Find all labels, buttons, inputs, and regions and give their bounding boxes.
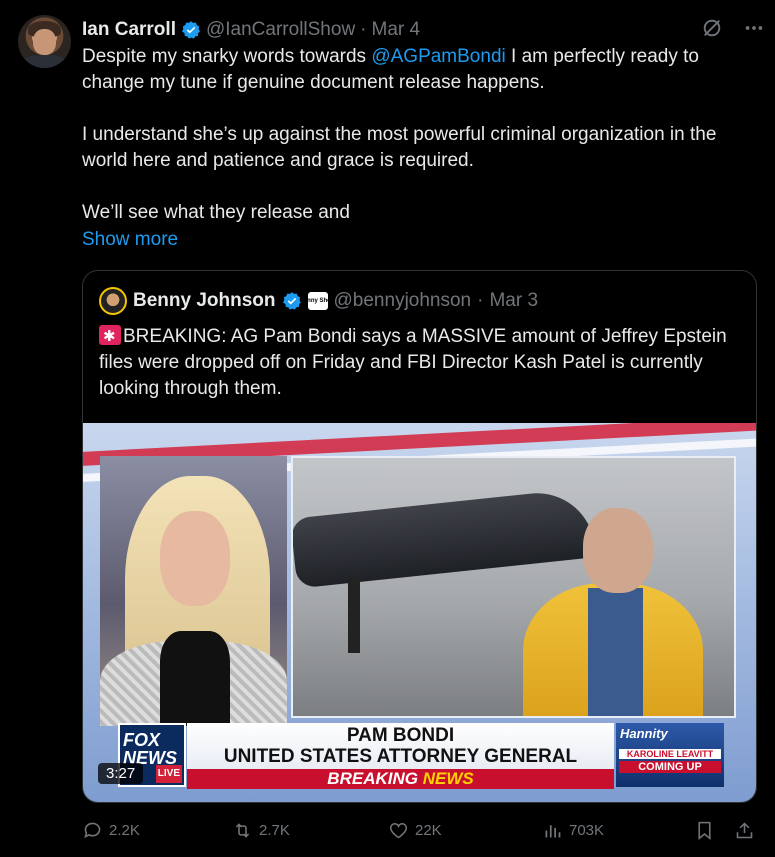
- tweet-actions: 2.2K 2.7K 22K 703K: [82, 820, 757, 844]
- views-chart-icon: [545, 825, 561, 838]
- share-button[interactable]: [734, 820, 755, 841]
- siren-emoji-icon: [99, 324, 121, 350]
- affiliate-badge-icon[interactable]: Benny Show: [300, 292, 336, 310]
- grok-icon[interactable]: [700, 16, 724, 40]
- author-display-name[interactable]: Ian Carroll: [82, 19, 176, 41]
- reply-count: 2.2K: [109, 822, 140, 839]
- separator-dot: ·: [360, 19, 367, 40]
- coming-up-label: COMING UP: [619, 761, 721, 773]
- tweet[interactable]: Ian Carroll @IanCarrollShow · Mar 4 Desp…: [0, 0, 775, 857]
- tweet-text: Despite my snarky words towards @AGPamBo…: [82, 44, 742, 226]
- quoted-author-avatar[interactable]: [99, 287, 127, 315]
- views-button[interactable]: 703K: [542, 820, 604, 841]
- show-name: Hannity: [620, 726, 668, 741]
- share-icon: [736, 822, 753, 839]
- quoted-tweet-date[interactable]: Mar 3: [489, 290, 538, 312]
- tweet-paragraph-3: We’ll see what they release and: [82, 202, 350, 223]
- bookmark-button[interactable]: [694, 820, 715, 841]
- mention-link[interactable]: @AGPamBondi: [371, 46, 505, 67]
- repost-button[interactable]: 2.7K: [232, 820, 290, 841]
- chyron-title: UNITED STATES ATTORNEY GENERAL: [223, 746, 578, 767]
- like-button[interactable]: 22K: [388, 820, 442, 841]
- quoted-tweet-text: BREAKING: AG Pam Bondi says a MASSIVE am…: [99, 324, 739, 402]
- breaking-label: BREAKING: [327, 769, 418, 788]
- repost-count: 2.7K: [259, 822, 290, 839]
- bookmark-icon: [698, 821, 711, 841]
- coming-guest: KAROLINE LEAVITT: [619, 749, 721, 759]
- chyron-name: PAM BONDI: [346, 725, 455, 746]
- news-label: NEWS: [422, 769, 474, 788]
- show-more-link[interactable]: Show more: [82, 229, 178, 251]
- news-lower-third: FOX NEWS LIVE PAM BONDI UNITED STATES AT…: [113, 721, 753, 791]
- repost-icon: [235, 823, 250, 838]
- quoted-tweet-text-body: BREAKING: AG Pam Bondi says a MASSIVE am…: [99, 326, 727, 399]
- network-live-tag: LIVE: [155, 765, 182, 783]
- tweet-header: Ian Carroll @IanCarrollShow · Mar 4: [82, 18, 420, 42]
- reply-button[interactable]: 2.2K: [82, 820, 140, 841]
- breaking-news-bar: BREAKING NEWS: [187, 769, 614, 789]
- tweet-paragraph-2: I understand she’s up against the most p…: [82, 124, 717, 171]
- tweet-top-actions: [700, 16, 766, 40]
- author-handle[interactable]: @IanCarrollShow: [206, 19, 355, 41]
- quoted-tweet-header: Benny Johnson Benny Show @bennyjohnson ·…: [99, 287, 538, 315]
- video-frame-right-panel: [291, 456, 736, 718]
- verified-badge-icon: [282, 292, 301, 310]
- video-player[interactable]: FOX NEWS LIVE PAM BONDI UNITED STATES AT…: [83, 423, 756, 802]
- video-frame-left-panel: [100, 456, 287, 726]
- separator-dot: ·: [477, 290, 484, 311]
- quoted-author-display-name[interactable]: Benny Johnson: [133, 290, 276, 312]
- video-duration: 3:27: [98, 763, 144, 784]
- more-options-icon[interactable]: [742, 16, 766, 40]
- tweet-text-line1-pre: Despite my snarky words towards: [82, 46, 372, 67]
- like-count: 22K: [415, 822, 442, 839]
- chyron-name-bar: PAM BONDI UNITED STATES ATTORNEY GENERAL: [187, 723, 614, 769]
- reply-icon: [84, 822, 101, 839]
- quoted-tweet[interactable]: Benny Johnson Benny Show @bennyjohnson ·…: [82, 270, 757, 803]
- verified-badge-icon: [181, 21, 200, 39]
- heart-icon: [389, 822, 408, 839]
- quoted-author-handle[interactable]: @bennyjohnson: [334, 290, 472, 312]
- tweet-date[interactable]: Mar 4: [372, 19, 421, 41]
- views-count: 703K: [569, 822, 605, 839]
- author-avatar[interactable]: [18, 15, 71, 68]
- coming-up-box: Hannity KAROLINE LEAVITT COMING UP: [616, 723, 724, 787]
